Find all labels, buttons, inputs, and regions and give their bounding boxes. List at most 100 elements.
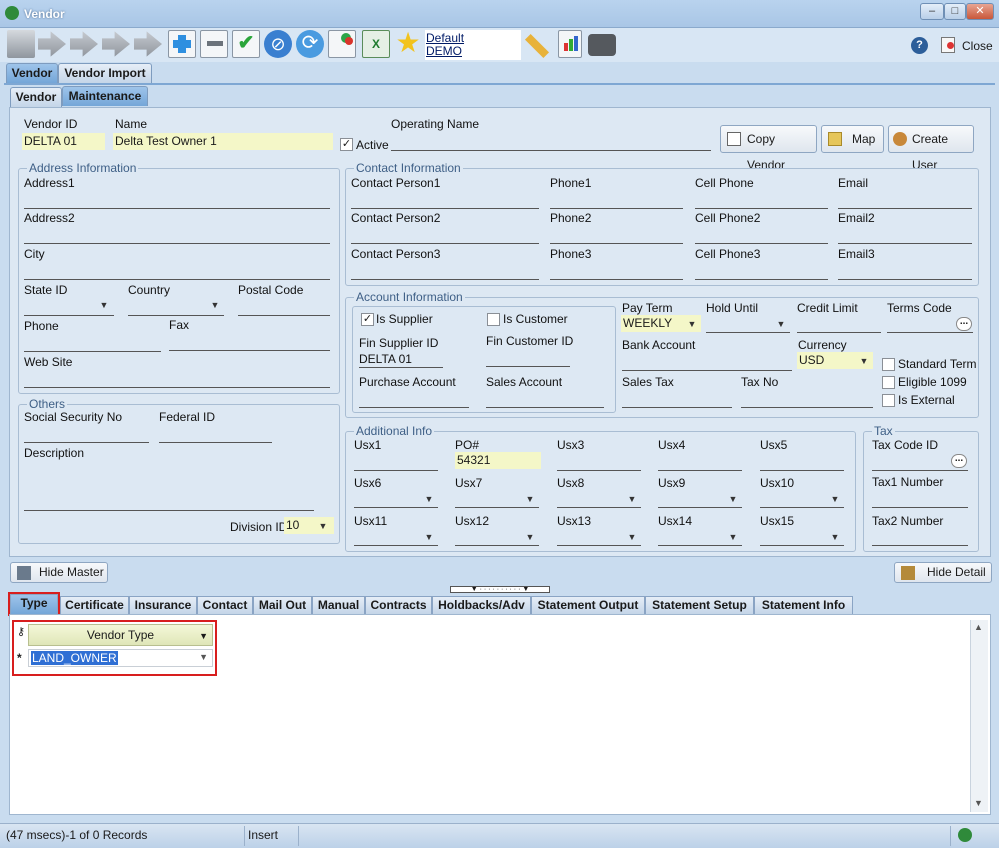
eligible-1099-checkbox[interactable]	[882, 376, 895, 389]
delete-icon[interactable]	[200, 30, 228, 58]
vendor-type-value[interactable]: LAND_OWNER	[31, 651, 118, 665]
cell-phone-field[interactable]	[695, 208, 828, 209]
cell-phone2-field[interactable]	[695, 243, 828, 244]
is-customer-checkbox[interactable]	[487, 313, 500, 326]
purchase-account-field[interactable]	[359, 407, 469, 408]
pay-term-dropdown-icon[interactable]: ▼	[685, 317, 699, 331]
usx12-dropdown-icon[interactable]: ▼	[523, 530, 537, 544]
usx6-dropdown-icon[interactable]: ▼	[422, 492, 436, 506]
bank-account-field[interactable]	[622, 370, 792, 371]
grid-header-dropdown-icon[interactable]: ▼	[199, 626, 208, 646]
usx15-dropdown-icon[interactable]: ▼	[828, 530, 842, 544]
address1-field[interactable]	[24, 208, 330, 209]
email2-field[interactable]	[838, 243, 972, 244]
tab-insurance[interactable]: Insurance	[129, 596, 197, 614]
maximize-button[interactable]: □	[944, 3, 966, 20]
usx7-dropdown-icon[interactable]: ▼	[523, 492, 537, 506]
vendor-type-cell[interactable]: LAND_OWNER ▼	[28, 649, 213, 667]
tab-contact[interactable]: Contact	[197, 596, 253, 614]
usx4-field[interactable]	[658, 470, 742, 471]
hold-until-field[interactable]	[706, 332, 790, 333]
tab-certificate[interactable]: Certificate	[60, 596, 129, 614]
usx6-field[interactable]	[354, 507, 438, 508]
phone-field[interactable]	[24, 351, 161, 352]
usx1-field[interactable]	[354, 470, 438, 471]
fin-customer-field[interactable]	[486, 366, 570, 367]
division-dropdown-icon[interactable]: ▼	[316, 519, 330, 533]
help-icon[interactable]: ?	[911, 37, 928, 54]
usx7-field[interactable]	[455, 507, 539, 508]
postal-code-field[interactable]	[238, 315, 330, 316]
copy-vendor-button[interactable]: Copy Vendor	[720, 125, 817, 172]
terms-code-field[interactable]	[887, 332, 973, 333]
tab-sub-vendor[interactable]: Vendor	[10, 87, 62, 107]
contact-person1-field[interactable]	[351, 208, 539, 209]
usx13-field[interactable]	[557, 545, 641, 546]
create-user-button[interactable]: Create User	[888, 125, 974, 172]
tax1-number-field[interactable]	[872, 507, 968, 508]
is-external-checkbox[interactable]	[882, 394, 895, 407]
usx10-field[interactable]	[760, 507, 844, 508]
usx14-field[interactable]	[658, 545, 742, 546]
tab-mail-out[interactable]: Mail Out	[253, 596, 312, 614]
phone3-field[interactable]	[550, 279, 683, 280]
profile-selector[interactable]: Default DEMO	[425, 30, 521, 60]
splitter-handle[interactable]: ▼ · · · · · · · · · · ▼	[450, 586, 550, 593]
ssn-field[interactable]	[24, 442, 149, 443]
tab-vendor[interactable]: Vendor	[6, 63, 58, 83]
tab-vendor-import[interactable]: Vendor Import	[58, 63, 152, 83]
cell-phone3-field[interactable]	[695, 279, 828, 280]
close-window-button[interactable]: ✕	[966, 3, 994, 20]
grid-scrollbar[interactable]: ▲ ▼	[970, 620, 988, 812]
hold-until-dropdown-icon[interactable]: ▼	[774, 317, 788, 331]
sales-account-field[interactable]	[486, 407, 604, 408]
tab-contracts[interactable]: Contracts	[365, 596, 432, 614]
scroll-up-icon[interactable]: ▲	[974, 622, 983, 632]
credit-limit-field[interactable]	[797, 332, 881, 333]
tab-type[interactable]: Type	[8, 592, 60, 616]
active-checkbox[interactable]: ✓	[340, 138, 353, 151]
tax-no-field[interactable]	[741, 407, 873, 408]
close-button[interactable]: Close	[962, 39, 993, 53]
name-field[interactable]: Delta Test Owner 1	[113, 133, 333, 150]
usx8-dropdown-icon[interactable]: ▼	[625, 492, 639, 506]
is-supplier-checkbox[interactable]: ✓	[361, 313, 374, 326]
usx9-dropdown-icon[interactable]: ▼	[726, 492, 740, 506]
tab-statement-output[interactable]: Statement Output	[531, 596, 645, 614]
fin-supplier-value[interactable]: DELTA 01	[359, 352, 412, 366]
contact-person3-field[interactable]	[351, 279, 539, 280]
country-field[interactable]	[128, 315, 224, 316]
usx11-field[interactable]	[354, 545, 438, 546]
tax-code-field[interactable]	[872, 470, 968, 471]
vendor-type-dropdown-icon[interactable]: ▼	[199, 652, 208, 662]
state-field[interactable]	[24, 315, 114, 316]
po-field[interactable]: 54321	[455, 452, 541, 469]
usx12-field[interactable]	[455, 545, 539, 546]
fin-supplier-field[interactable]	[359, 367, 443, 368]
federal-id-field[interactable]	[159, 442, 272, 443]
city-field[interactable]	[24, 279, 330, 280]
usx3-field[interactable]	[557, 470, 641, 471]
contact-person2-field[interactable]	[351, 243, 539, 244]
usx9-field[interactable]	[658, 507, 742, 508]
usx10-dropdown-icon[interactable]: ▼	[828, 492, 842, 506]
cancel-icon[interactable]: ⊘	[264, 30, 292, 58]
email-field[interactable]	[838, 208, 972, 209]
tab-holdbacks-adv[interactable]: Holdbacks/Adv	[432, 596, 531, 614]
country-dropdown-icon[interactable]: ▼	[208, 298, 222, 312]
camera-icon[interactable]	[588, 34, 616, 56]
add-icon[interactable]	[168, 30, 196, 58]
state-dropdown-icon[interactable]: ▼	[97, 298, 111, 312]
hide-master-button[interactable]: Hide Master	[10, 562, 108, 583]
currency-dropdown-icon[interactable]: ▼	[857, 354, 871, 368]
phone2-field[interactable]	[550, 243, 683, 244]
map-button[interactable]: Map	[821, 125, 884, 153]
usx13-dropdown-icon[interactable]: ▼	[625, 530, 639, 544]
fax-field[interactable]	[169, 350, 330, 351]
hide-detail-button[interactable]: Hide Detail	[894, 562, 992, 583]
tab-statement-setup[interactable]: Statement Setup	[645, 596, 754, 614]
vendor-id-field[interactable]: DELTA 01	[22, 133, 105, 150]
description-field[interactable]	[24, 510, 314, 511]
usx11-dropdown-icon[interactable]: ▼	[422, 530, 436, 544]
close-doc-icon[interactable]	[941, 37, 955, 53]
